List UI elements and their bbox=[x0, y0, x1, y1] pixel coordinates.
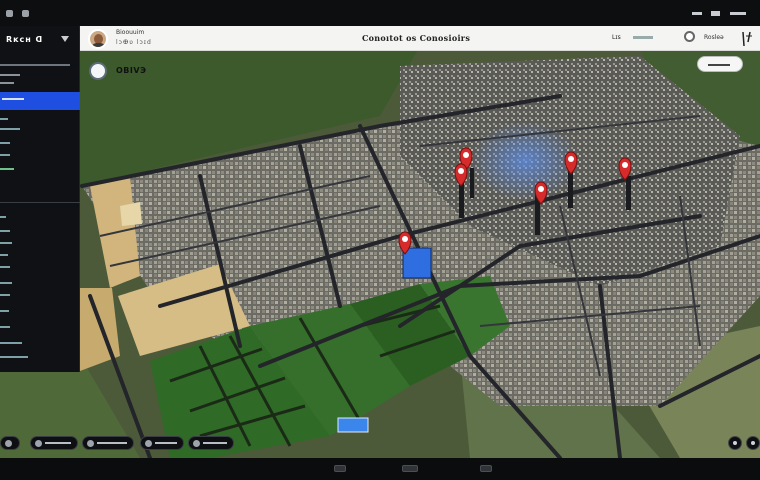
sidebar-item-active[interactable] bbox=[0, 92, 80, 110]
chip-label bbox=[203, 442, 227, 444]
status-icon bbox=[22, 10, 29, 17]
filter-chip[interactable] bbox=[188, 436, 234, 450]
sidebar-item-label[interactable] bbox=[0, 118, 8, 120]
water-pool bbox=[337, 417, 369, 433]
back-icon[interactable] bbox=[334, 465, 346, 472]
app-screen: Bioouuim lɔⴲʋ lɔɪⅾ Conoıtot os Conosioir… bbox=[0, 26, 760, 458]
sidebar-item-label[interactable] bbox=[0, 216, 6, 218]
settings-icon[interactable] bbox=[684, 31, 695, 42]
search-placeholder bbox=[708, 64, 730, 66]
sidebar-item-label[interactable] bbox=[0, 128, 20, 130]
layer-chip[interactable] bbox=[0, 436, 20, 450]
search-pill[interactable] bbox=[697, 56, 743, 72]
sidebar-item-label[interactable] bbox=[0, 282, 12, 284]
sidebar-item-label[interactable] bbox=[0, 242, 12, 244]
sidebar-item-label[interactable] bbox=[0, 154, 10, 156]
sidebar-divider bbox=[0, 64, 70, 66]
sidebar-item-label[interactable] bbox=[0, 294, 10, 296]
os-nav-bar bbox=[0, 458, 760, 480]
sidebar-item-label[interactable] bbox=[0, 266, 10, 268]
sand-plot bbox=[120, 202, 142, 226]
home-icon[interactable] bbox=[402, 465, 418, 472]
filter-icon bbox=[193, 440, 200, 447]
filter-chip[interactable] bbox=[82, 436, 134, 450]
fullscreen-icon bbox=[751, 441, 755, 445]
info-button[interactable] bbox=[728, 436, 742, 450]
water-pool bbox=[402, 247, 432, 279]
map-canvas[interactable] bbox=[0, 26, 760, 458]
chip-label bbox=[155, 442, 177, 444]
filter-chip[interactable] bbox=[140, 436, 184, 450]
filter-chip[interactable] bbox=[30, 436, 78, 450]
clock-indicator bbox=[730, 12, 746, 15]
chip-label bbox=[97, 442, 127, 444]
user-name: Bioouuim bbox=[116, 29, 145, 36]
user-subtitle: lɔⴲʋ lɔɪⅾ bbox=[116, 39, 152, 46]
sidebar-item-label[interactable] bbox=[0, 168, 14, 170]
avatar-body bbox=[91, 43, 106, 47]
fullscreen-button[interactable] bbox=[746, 436, 760, 450]
chip-label bbox=[45, 442, 71, 444]
sidebar-item-label[interactable] bbox=[0, 254, 8, 256]
info-icon bbox=[733, 441, 737, 445]
status-icon bbox=[6, 10, 13, 17]
location-label: OBIVЭ bbox=[116, 66, 147, 75]
filter-icon bbox=[87, 440, 94, 447]
downtown-highlight bbox=[470, 121, 580, 201]
sidebar-item-label bbox=[2, 98, 24, 100]
sidebar-item-label[interactable] bbox=[0, 230, 10, 232]
expand-icon[interactable] bbox=[60, 35, 70, 43]
page-title: Conoıtot os Conosioirs bbox=[362, 33, 471, 43]
sidebar-item-label[interactable] bbox=[0, 142, 10, 144]
filter-icon bbox=[145, 440, 152, 447]
sidebar-item-label[interactable] bbox=[0, 74, 20, 76]
brand-logo: Rᴋcʜ ᗡ bbox=[6, 35, 44, 44]
avatar[interactable] bbox=[88, 29, 108, 49]
sidebar-item-label[interactable] bbox=[0, 310, 9, 312]
header-link[interactable]: Lɪs bbox=[612, 34, 621, 41]
filter-icon bbox=[35, 440, 42, 447]
header-button[interactable]: Rosleǝ bbox=[704, 34, 724, 41]
battery-icon bbox=[711, 11, 720, 16]
sidebar-item-label[interactable] bbox=[0, 356, 28, 358]
pen-icon[interactable] bbox=[740, 30, 754, 48]
wifi-icon bbox=[692, 12, 702, 15]
header-indicator bbox=[633, 36, 653, 39]
os-status-bar bbox=[0, 0, 760, 26]
locate-button[interactable] bbox=[89, 62, 107, 80]
sidebar-item-label[interactable] bbox=[0, 82, 14, 84]
recents-icon[interactable] bbox=[480, 465, 492, 472]
sidebar-divider bbox=[0, 202, 80, 203]
top-header: Bioouuim lɔⴲʋ lɔɪⅾ Conoıtot os Conosioir… bbox=[80, 26, 760, 51]
layer-icon bbox=[5, 440, 12, 447]
sidebar: Rᴋcʜ ᗡ bbox=[0, 26, 80, 372]
device-frame: Bioouuim lɔⴲʋ lɔɪⅾ Conoıtot os Conosioir… bbox=[0, 0, 760, 480]
sidebar-item-label[interactable] bbox=[0, 342, 22, 344]
sidebar-item-label[interactable] bbox=[0, 326, 10, 328]
